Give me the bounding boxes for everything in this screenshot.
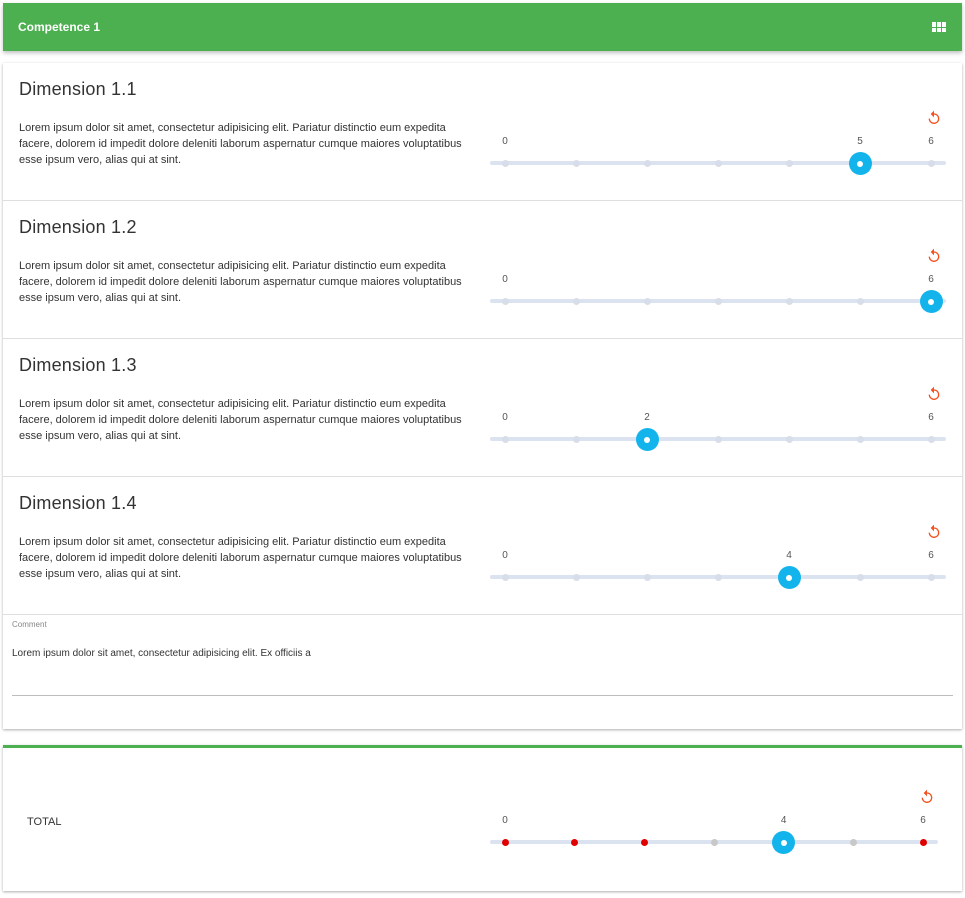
- dimension-title: Dimension 1.1: [19, 79, 137, 99]
- slider-min-label: 0: [502, 274, 508, 285]
- comment-underline: [12, 695, 953, 696]
- slider-thumb[interactable]: [777, 566, 801, 589]
- slider-tick: [785, 160, 793, 167]
- slider-tick: [849, 839, 857, 846]
- dimension-title: Dimension 1.3: [19, 355, 137, 375]
- total-label: TOTAL: [27, 816, 62, 828]
- slider-tick: [643, 298, 651, 305]
- slider-tick: [571, 839, 579, 846]
- slider-max-label: 6: [920, 815, 926, 826]
- slider-max-label: 6: [928, 136, 934, 147]
- slider-tick: [501, 298, 509, 305]
- dimension-title: Dimension 1.4: [19, 493, 137, 513]
- slider-thumb[interactable]: [919, 290, 943, 313]
- slider-thumb[interactable]: [848, 152, 872, 175]
- dimension-title: Dimension 1.2: [19, 217, 137, 237]
- slider-min-label: 0: [502, 550, 508, 561]
- slider-thumb[interactable]: [635, 428, 659, 451]
- dimension-slider[interactable]: 0 4 6: [490, 550, 946, 590]
- slider-tick: [640, 839, 648, 846]
- slider-tick: [714, 574, 722, 581]
- dimension-1-3: Dimension 1.3 Lorem ipsum dolor sit amet…: [3, 339, 962, 477]
- reset-icon[interactable]: [926, 524, 942, 540]
- slider-tick: [501, 839, 509, 846]
- slider-tick: [572, 436, 580, 443]
- reset-icon[interactable]: [926, 248, 942, 264]
- slider-tick: [714, 160, 722, 167]
- comment-input[interactable]: Lorem ipsum dolor sit amet, consectetur …: [12, 648, 942, 659]
- slider-tick: [856, 574, 864, 581]
- slider-tick: [572, 160, 580, 167]
- slider-thumb[interactable]: [772, 831, 796, 854]
- page-title: Competence 1: [18, 20, 101, 34]
- slider-tick: [572, 298, 580, 305]
- slider-min-label: 0: [502, 136, 508, 147]
- comment-label: Comment: [12, 620, 47, 629]
- slider-value-label: 4: [780, 815, 787, 826]
- slider-tick: [856, 436, 864, 443]
- dimension-1-2: Dimension 1.2 Lorem ipsum dolor sit amet…: [3, 201, 962, 339]
- slider-tick: [572, 574, 580, 581]
- slider-tick: [710, 839, 718, 846]
- dimension-slider[interactable]: 06: [490, 274, 946, 314]
- total-slider[interactable]: 0 4 6: [490, 815, 938, 855]
- slider-max-label: 6: [928, 412, 934, 423]
- total-card: TOTAL 0 4 6: [3, 745, 962, 891]
- dimension-description: Lorem ipsum dolor sit amet, consectetur …: [19, 260, 462, 304]
- dimension-1-4: Dimension 1.4 Lorem ipsum dolor sit amet…: [3, 477, 962, 615]
- slider-tick: [919, 839, 927, 846]
- slider-tick: [643, 574, 651, 581]
- slider-tick: [927, 160, 935, 167]
- slider-tick: [714, 436, 722, 443]
- dimension-description: Lorem ipsum dolor sit amet, consectetur …: [19, 536, 462, 580]
- slider-tick: [856, 298, 864, 305]
- slider-tick: [501, 574, 509, 581]
- competence-card: Dimension 1.1 Lorem ipsum dolor sit amet…: [3, 63, 962, 729]
- slider-value-label: 4: [786, 550, 792, 561]
- app-header: Competence 1: [3, 3, 962, 51]
- dimension-description: Lorem ipsum dolor sit amet, consectetur …: [19, 122, 462, 166]
- dimension-slider[interactable]: 0 5 6: [490, 136, 946, 176]
- slider-tick: [643, 160, 651, 167]
- slider-min-label: 0: [502, 815, 508, 826]
- dimension-slider[interactable]: 0 2 6: [490, 412, 946, 452]
- slider-max-label: 6: [928, 274, 934, 285]
- slider-tick: [501, 160, 509, 167]
- reset-icon[interactable]: [919, 789, 935, 805]
- slider-value-label: 2: [644, 412, 650, 423]
- slider-tick: [785, 298, 793, 305]
- reset-icon[interactable]: [926, 110, 942, 126]
- comment-field[interactable]: Comment Lorem ipsum dolor sit amet, cons…: [3, 615, 962, 729]
- slider-tick: [501, 436, 509, 443]
- slider-tick: [785, 436, 793, 443]
- dimension-description: Lorem ipsum dolor sit amet, consectetur …: [19, 398, 462, 442]
- slider-tick: [927, 436, 935, 443]
- grid-view-icon[interactable]: [932, 22, 946, 32]
- dimension-1-1: Dimension 1.1 Lorem ipsum dolor sit amet…: [3, 63, 962, 201]
- slider-value-label: 5: [857, 136, 863, 147]
- slider-tick: [714, 298, 722, 305]
- slider-min-label: 0: [502, 412, 508, 423]
- slider-tick: [927, 574, 935, 581]
- reset-icon[interactable]: [926, 386, 942, 402]
- slider-max-label: 6: [928, 550, 934, 561]
